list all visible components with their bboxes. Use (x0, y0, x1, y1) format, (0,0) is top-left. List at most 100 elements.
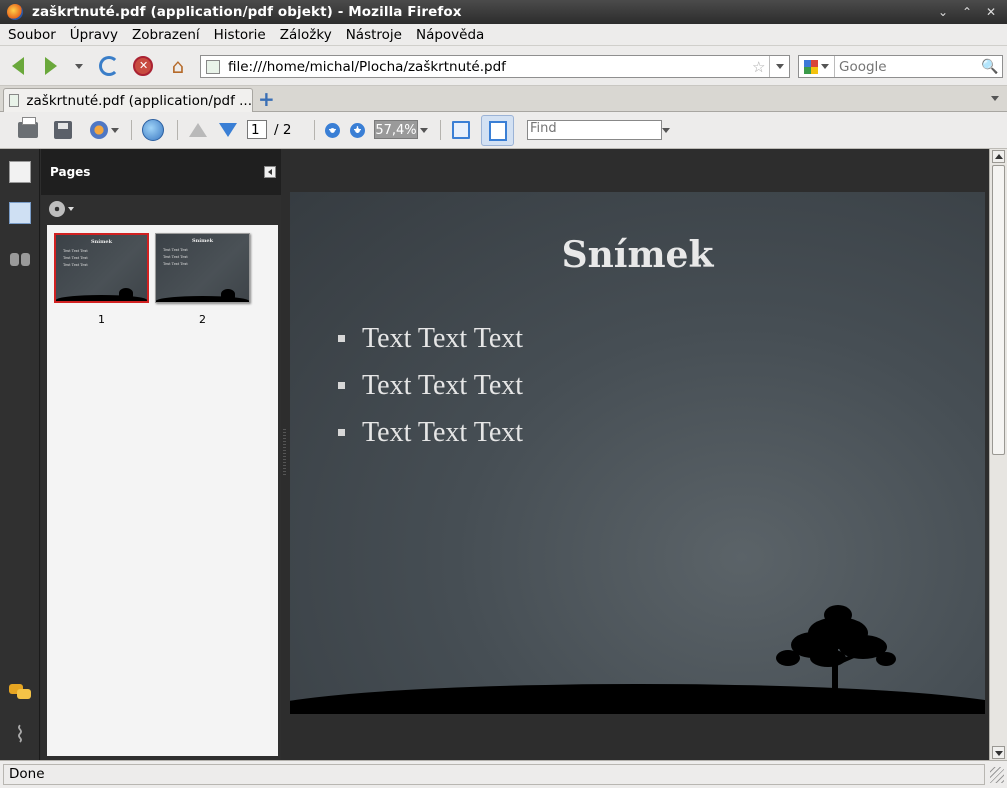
bullet-item: Text Text Text (338, 362, 523, 409)
previous-page-button[interactable] (186, 119, 210, 141)
comments-icon[interactable] (9, 681, 31, 703)
site-identity-icon[interactable] (206, 59, 220, 74)
back-button[interactable] (5, 54, 31, 78)
url-input[interactable] (228, 58, 748, 75)
scroll-down-button[interactable] (992, 746, 1005, 759)
menu-historie[interactable]: Historie (214, 27, 266, 43)
scrollbar-thumb[interactable] (992, 165, 1005, 455)
next-page-button[interactable] (216, 119, 240, 141)
home-button[interactable]: ⌂ (165, 54, 191, 78)
page-thumbnail-2[interactable]: Snímek Text Text Text Text Text Text Tex… (155, 233, 250, 303)
page-number-input[interactable] (247, 120, 267, 139)
minimize-button[interactable]: ⌄ (933, 3, 953, 21)
page-thumbnail-1[interactable]: Snímek Text Text Text Text Text Text Tex… (54, 233, 149, 303)
close-button[interactable]: ✕ (981, 3, 1001, 21)
zoom-value[interactable]: 57,4% (374, 120, 418, 139)
bookmark-star-icon[interactable]: ☆ (752, 58, 765, 76)
pages-panel-title: Pages (50, 165, 91, 179)
zoom-dropdown-button[interactable] (419, 119, 429, 141)
bullet-item: Text Text Text (338, 315, 523, 362)
pages-panel-icon[interactable] (9, 161, 31, 183)
menu-nastroje[interactable]: Nástroje (346, 27, 402, 43)
menu-zalozky[interactable]: Záložky (280, 27, 332, 43)
bullet-item: Text Text Text (338, 409, 523, 456)
paperclip-icon[interactable]: ⌇ (9, 725, 31, 747)
maximize-button[interactable]: ⌃ (957, 3, 977, 21)
reload-icon (99, 56, 119, 76)
thumb-title: Snímek (191, 238, 214, 244)
thumb-title: Snímek (90, 239, 113, 245)
print-button[interactable] (16, 117, 40, 141)
reload-button[interactable] (96, 54, 122, 78)
menu-bar: Soubor Úpravy Zobrazení Historie Záložky… (0, 24, 1007, 46)
bullet-marker (338, 335, 345, 342)
stop-button[interactable] (130, 54, 156, 78)
pages-panel-header: Pages (41, 149, 281, 195)
menu-soubor[interactable]: Soubor (8, 27, 56, 43)
fit-page-button[interactable] (481, 115, 514, 146)
thumb-line: Text Text Text (63, 263, 88, 267)
zoom-in-button[interactable]: + (350, 123, 365, 138)
title-bar: zaškrtnuté.pdf (application/pdf objekt) … (0, 0, 1007, 24)
forward-button[interactable] (38, 54, 64, 78)
forward-arrow-icon (45, 57, 57, 75)
share-button[interactable] (86, 119, 122, 141)
menu-zobrazeni[interactable]: Zobrazení (132, 27, 200, 43)
collapse-panel-button[interactable] (264, 166, 276, 178)
status-text: Done (3, 764, 985, 785)
chevron-down-icon (821, 64, 829, 69)
collaborate-button[interactable] (141, 119, 165, 141)
toolbar-separator (314, 120, 315, 140)
history-dropdown-button[interactable] (67, 54, 91, 78)
navigation-toolbar: ⌂ ☆ 🔍 (0, 46, 1007, 86)
tab-pdf[interactable]: zaškrtnuté.pdf (application/pdf ... (3, 88, 253, 112)
url-bar[interactable]: ☆ (200, 55, 790, 78)
find-input[interactable] (528, 121, 658, 136)
panel-options-button[interactable] (49, 201, 74, 217)
navigation-pane-toolbar: ⌇ (0, 149, 40, 760)
find-box[interactable] (527, 120, 662, 140)
toolbar-separator (440, 120, 441, 140)
url-dropdown-button[interactable] (769, 56, 789, 77)
tab-list-button[interactable] (991, 96, 999, 101)
share-icon (89, 121, 108, 139)
document-view: Snímek Text Text Text Text Text Text Tex… (290, 149, 989, 760)
vertical-scrollbar[interactable] (989, 149, 1007, 760)
fit-width-icon (452, 121, 470, 139)
search-input[interactable] (839, 58, 979, 75)
pdf-page: Snímek Text Text Text Text Text Text Tex… (290, 192, 985, 714)
bullet-marker (338, 429, 345, 436)
gear-icon (49, 201, 65, 217)
pdf-toolbar: / 2 − + 57,4% (0, 112, 1007, 149)
new-tab-button[interactable]: + (258, 89, 275, 109)
panel-splitter[interactable] (281, 149, 290, 760)
status-bar: Done (0, 760, 1007, 788)
tree-silhouette (776, 605, 896, 698)
thumbnail-number: 1 (98, 313, 105, 326)
zoom-out-button[interactable]: − (325, 123, 340, 138)
search-bar[interactable]: 🔍 (798, 55, 1003, 78)
toolbar-separator (131, 120, 132, 140)
save-disk-icon (54, 121, 72, 139)
fit-page-icon (488, 120, 507, 141)
chevron-down-icon (775, 64, 784, 69)
pages-panel: Pages Snímek Text Text Text Text Text Te… (41, 149, 281, 760)
resize-grip[interactable] (990, 767, 1004, 783)
search-icon[interactable]: 🔍 (981, 59, 998, 75)
chevron-down-icon (420, 127, 428, 133)
bookmarks-panel-icon[interactable] (9, 202, 31, 224)
fit-width-button[interactable] (449, 119, 473, 141)
scroll-up-button[interactable] (992, 150, 1005, 163)
menu-napoveda[interactable]: Nápověda (416, 27, 484, 43)
bullet-text: Text Text Text (362, 369, 524, 401)
window-title: zaškrtnuté.pdf (application/pdf objekt) … (32, 4, 462, 20)
menu-upravy[interactable]: Úpravy (70, 27, 118, 43)
arrow-down-icon (219, 123, 237, 137)
slide-title: Snímek (561, 234, 714, 276)
globe-icon (142, 119, 164, 141)
save-button[interactable] (51, 119, 75, 141)
find-dropdown-button[interactable] (660, 119, 672, 141)
search-engine-button[interactable] (799, 56, 835, 77)
chevron-down-icon (75, 63, 83, 69)
binoculars-icon[interactable] (9, 247, 31, 269)
